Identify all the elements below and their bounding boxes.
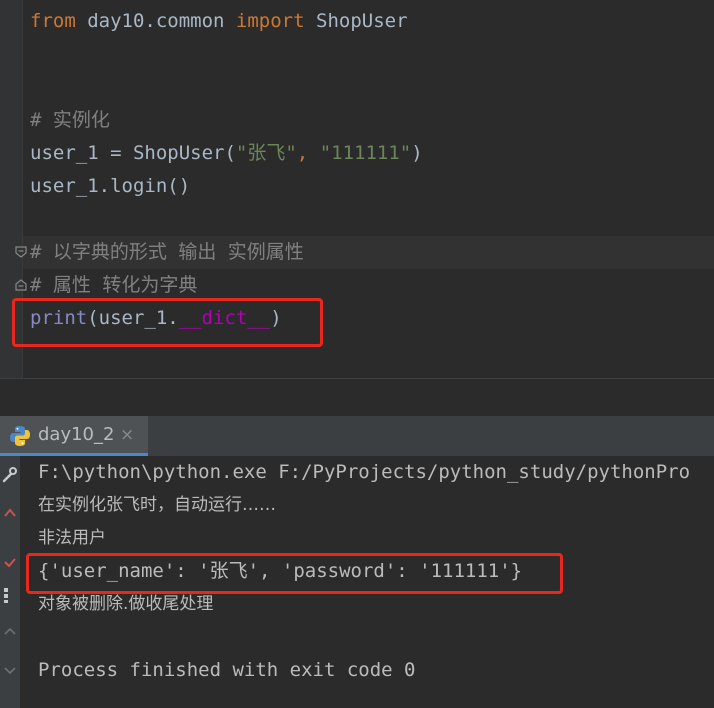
comma: , xyxy=(296,142,320,164)
scroll-up-icon[interactable] xyxy=(0,624,20,638)
comment-text: # 属性 转化为字典 xyxy=(30,274,198,296)
annotation-box-dict xyxy=(26,553,563,594)
panel-splitter[interactable] xyxy=(0,378,714,417)
rerun-icon[interactable] xyxy=(0,556,20,570)
code-editor[interactable]: from day10.common import ShopUser # 实例化 … xyxy=(0,0,714,378)
code-line-assign[interactable]: user_1 = ShopUser("张飞", "111111") xyxy=(30,137,423,170)
run-output[interactable]: F:\python\python.exe F:/PyProjects/pytho… xyxy=(0,456,714,708)
keyword-from: from xyxy=(30,10,76,32)
output-line-exit: Process finished with exit code 0 xyxy=(38,659,416,681)
code-line-comment-instantiate[interactable]: # 实例化 xyxy=(30,104,110,137)
comment-text: # 实例化 xyxy=(30,109,110,131)
class-name: ShopUser xyxy=(304,10,408,32)
scroll-down-icon[interactable] xyxy=(0,664,20,678)
module-name: day10.common xyxy=(75,10,236,32)
layout-grid-icon[interactable] xyxy=(0,586,20,604)
code-line-1[interactable]: from day10.common import ShopUser xyxy=(30,5,408,38)
run-tab[interactable]: day10_2 × xyxy=(0,416,148,456)
python-icon xyxy=(10,426,30,446)
output-line-illegal: 非法用户 xyxy=(38,528,106,548)
run-panel-header: day10_2 × xyxy=(0,416,714,457)
login-call: user_1.login() xyxy=(30,175,191,197)
close-paren: ) xyxy=(411,142,423,164)
run-toolstrip xyxy=(0,456,20,708)
code-line-comment-dict[interactable]: # 以字典的形式 输出 实例属性 xyxy=(30,236,304,269)
assign-text: user_1 = ShopUser( xyxy=(30,142,236,164)
string-name: "张飞" xyxy=(235,142,297,164)
run-tab-label: day10_2 xyxy=(38,424,115,445)
wrench-icon[interactable] xyxy=(0,466,20,484)
comment-text: # 以字典的形式 输出 实例属性 xyxy=(30,241,304,263)
annotation-box-print xyxy=(12,298,323,347)
output-line-command: F:\python\python.exe F:/PyProjects/pytho… xyxy=(38,461,691,483)
stop-up-icon[interactable] xyxy=(0,506,20,520)
string-password: "111111" xyxy=(319,142,412,164)
code-line-login[interactable]: user_1.login() xyxy=(30,170,190,203)
keyword-import: import xyxy=(235,10,305,32)
fold-close-icon[interactable] xyxy=(15,279,27,291)
close-icon[interactable]: × xyxy=(120,425,134,445)
fold-open-icon[interactable] xyxy=(15,246,27,258)
output-line-init: 在实例化张飞时，自动运行…… xyxy=(38,495,276,515)
